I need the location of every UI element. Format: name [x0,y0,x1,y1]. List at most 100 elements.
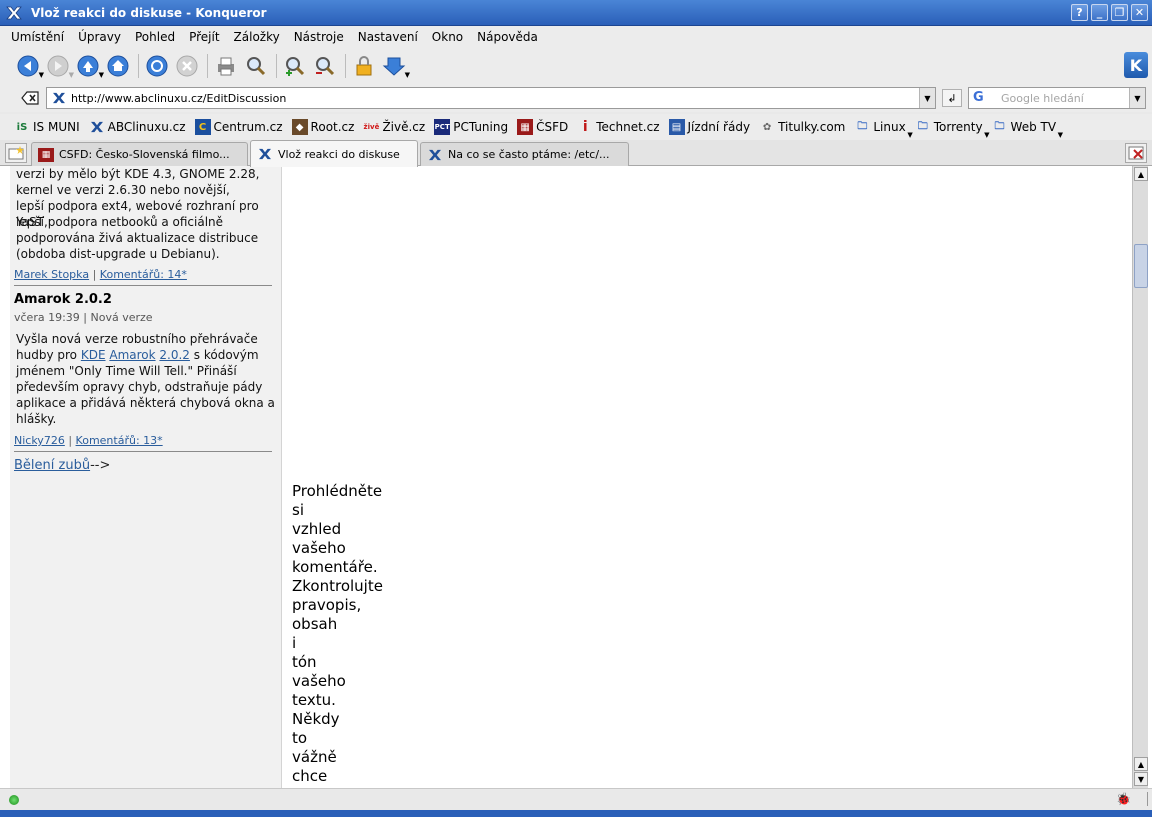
window-bottom-border [0,810,1152,817]
url-history-dropdown-icon[interactable]: ▼ [919,88,935,108]
resize-grip[interactable] [1136,792,1148,806]
ad-link[interactable]: Bělení zubů [14,458,90,473]
status-bar: 🐞 [0,788,1152,810]
author-link[interactable]: Marek Stopka [14,268,89,281]
menu-bookmarks[interactable]: Záložky [227,30,287,44]
back-icon[interactable]: ▼ [14,52,44,80]
bookmark-abclinuxu[interactable]: ABClinuxu.cz [89,119,186,135]
menu-settings[interactable]: Nastavení [351,30,425,44]
bookmark-root[interactable]: ◆ Root.cz [291,119,354,135]
home-icon[interactable] [104,52,132,80]
root-icon: ◆ [291,119,308,135]
menu-help[interactable]: Nápověda [470,30,545,44]
tab-csfd[interactable]: ▦ CSFD: Česko-Slovenská filmo... [31,142,248,166]
abclinuxu-icon [257,147,273,161]
find-icon[interactable] [242,52,270,80]
search-placeholder: Google hledání [1001,91,1084,105]
separator: | [92,268,97,281]
tab-vloz-reakci[interactable]: Vlož reakci do diskuse [250,140,418,167]
bookmark-titulky[interactable]: ✿ Titulky.com [759,119,846,135]
reload-icon[interactable] [143,52,171,80]
news-text-line: kernel ve verzi 2.6.30 nebo novější, [16,183,230,197]
menu-go[interactable]: Přejít [182,30,226,44]
csfd-icon: ▦ [517,119,534,135]
chevron-down-icon: ▼ [984,131,990,139]
google-icon[interactable]: G [973,90,991,106]
minimize-button[interactable]: _ [1091,4,1108,21]
bookmark-folder-torrenty[interactable]: 🗀 Torrenty ▼ [915,119,990,139]
titulky-icon: ✿ [762,121,772,133]
bookmark-csfd[interactable]: ▦ ČSFD [517,119,568,135]
preview-word: Někdy [292,710,340,728]
url-input[interactable]: http://www.abclinuxu.cz/EditDiscussion ▼ [46,87,936,109]
news-text-line: především opravy chyb, odstraňuje pády [16,380,263,394]
news-text-line: lepší podpora netbooků a oficiálně [16,215,224,229]
help-button[interactable]: ? [1071,4,1088,21]
search-engine-dropdown-icon[interactable]: ▼ [1129,88,1145,108]
bookmark-is-muni[interactable]: iS IS MUNI [14,119,80,135]
web-search-input[interactable]: G Google hledání ▼ [968,87,1146,109]
new-tab-icon[interactable] [5,143,27,163]
preview-word: obsah [292,615,338,633]
preview-word: komentáře. [292,558,378,576]
bookmark-folder-webtv[interactable]: 🗀 Web TV ▼ [992,119,1064,139]
bookmark-zive[interactable]: živě Živě.cz [363,119,426,135]
folder-icon: 🗀 [917,120,928,132]
stop-icon[interactable] [173,52,201,80]
up-icon[interactable]: ▼ [74,52,104,80]
konqueror-icon [5,4,23,22]
lock-icon[interactable] [350,52,378,80]
ad-suffix: --> [90,458,111,473]
abclinuxu-icon [427,148,443,162]
bookmark-label: Technet.cz [596,120,660,134]
divider [14,285,272,286]
scroll-up-icon[interactable]: ▲ [1134,167,1148,181]
download-icon[interactable]: ▼ [380,52,410,80]
news-title[interactable]: Amarok 2.0.2 [14,292,112,307]
menu-edit[interactable]: Úpravy [71,30,128,44]
close-tab-icon[interactable] [1125,143,1147,163]
menu-view[interactable]: Pohled [128,30,182,44]
version-link[interactable]: 2.0.2 [159,348,190,362]
zoom-in-icon[interactable] [281,52,309,80]
bookmark-technet[interactable]: i Technet.cz [577,119,660,135]
menu-tools[interactable]: Nástroje [287,30,351,44]
bookmark-folder-linux[interactable]: 🗀 Linux ▼ [854,119,912,139]
news-item-footer: Nicky726 | Komentářů: 13* [14,434,163,447]
zoom-out-icon[interactable] [311,52,339,80]
bug-icon[interactable]: 🐞 [1116,792,1132,808]
folder-icon: 🗀 [994,120,1005,132]
bookmark-pctuning[interactable]: PCT PCTuning [434,119,508,135]
comments-link[interactable]: Komentářů: 14* [100,268,187,281]
maximize-button[interactable]: ❐ [1111,4,1128,21]
bookmark-label: IS MUNI [33,120,80,134]
scroll-down-icon[interactable]: ▼ [1134,772,1148,786]
centrum-icon: C [194,119,211,135]
vertical-scrollbar[interactable]: ▲ ▲ ▼ [1132,166,1148,788]
menu-location[interactable]: Umístění [4,30,71,44]
toolbar-separator [138,54,139,78]
text: s kódovým [193,348,259,362]
print-icon[interactable] [212,52,240,80]
bookmark-label: Centrum.cz [213,120,283,134]
preview-word: tón [292,653,317,671]
author-link[interactable]: Nicky726 [14,434,65,447]
tab-faq[interactable]: Na co se často ptáme: /etc/... [420,142,629,166]
title-bar: Vlož reakci do diskuse - Konqueror ? _ ❐… [0,0,1152,26]
bookmark-centrum[interactable]: C Centrum.cz [194,119,283,135]
preview-word: vašeho [292,539,346,557]
bookmark-label: Linux [873,120,906,134]
close-window-button[interactable]: ✕ [1131,4,1148,21]
amarok-link[interactable]: Amarok [109,348,155,362]
clear-location-icon[interactable] [19,88,41,108]
forward-icon[interactable]: ▼ [44,52,74,80]
menu-window[interactable]: Okno [425,30,470,44]
bookmark-jizdni-rady[interactable]: ▤ Jízdní řády [668,119,750,135]
scroll-up-icon[interactable]: ▲ [1134,757,1148,771]
csfd-icon: ▦ [38,147,54,162]
comments-link[interactable]: Komentářů: 13* [76,434,163,447]
scrollbar-thumb[interactable] [1134,244,1148,288]
kde-link[interactable]: KDE [81,348,106,362]
tab-label: CSFD: Česko-Slovenská filmo... [59,148,230,161]
go-button[interactable]: ↲ [942,89,962,107]
